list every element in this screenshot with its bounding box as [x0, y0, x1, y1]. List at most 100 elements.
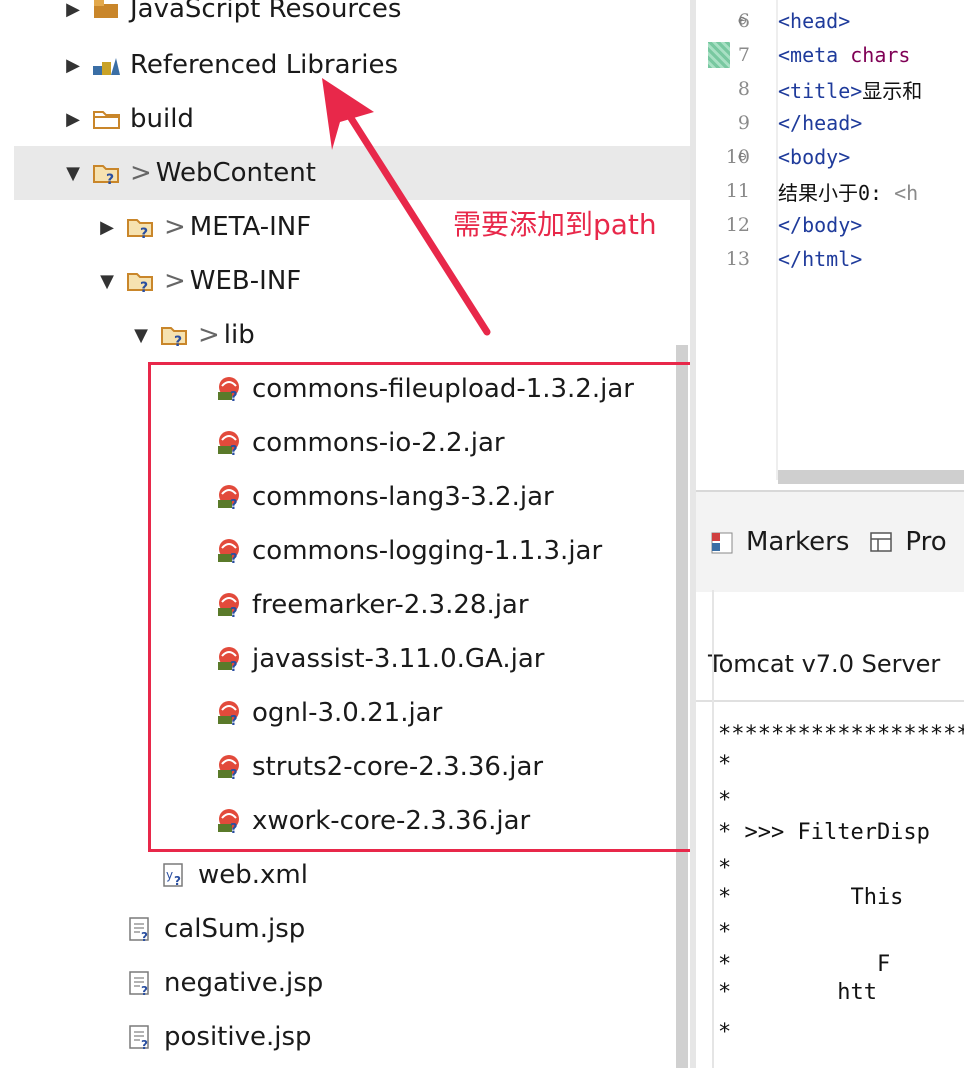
tree-item[interactable]: ▶?calSum.jsp [14, 902, 690, 956]
code-token: <meta [778, 43, 851, 67]
code-line[interactable]: 6 ⊖ <head> [696, 4, 850, 38]
console-separator [696, 700, 964, 702]
editor-horizontal-scrollbar[interactable] [778, 470, 964, 484]
expand-arrow-icon[interactable]: ▶ [62, 55, 84, 76]
console-title: Tomcat v7.0 Server [708, 650, 941, 678]
line-number: 13 [725, 248, 750, 270]
console-line: * htt [718, 980, 877, 1005]
tree-item[interactable]: ▶ build [14, 92, 690, 146]
console-line: * This [718, 885, 904, 910]
code-line[interactable]: 9 </head> [696, 106, 862, 140]
properties-icon [867, 529, 897, 555]
jsp-file-icon: ? [126, 1024, 156, 1050]
code-text: </head> [778, 111, 862, 135]
code-text: <title>显示和 [778, 75, 922, 104]
console-line: * [718, 920, 732, 945]
code-line[interactable]: 12 </body> [696, 208, 862, 242]
tree-item-label: web.xml [198, 860, 308, 890]
annotation-label: 需要添加到path [453, 208, 657, 241]
folder-icon [92, 106, 122, 132]
expand-arrow-icon[interactable]: ▶ [62, 0, 84, 20]
tree-item-label: WEB-INF [189, 266, 302, 296]
code-token: chars [850, 43, 911, 67]
tree-item-label: build [130, 104, 194, 134]
tree-item[interactable]: ▼? > WEB-INF [14, 254, 690, 308]
code-line[interactable]: 8 <title>显示和 [696, 72, 922, 106]
svg-text:?: ? [174, 874, 181, 888]
line-number: 7 [737, 44, 750, 66]
code-line[interactable]: 13 </html> [696, 242, 862, 276]
views-tab-bar: Markers Pro [696, 490, 964, 592]
svg-text:?: ? [141, 984, 148, 996]
collapse-arrow-icon[interactable]: ▼ [62, 163, 84, 184]
tree-item[interactable]: ▼? > WebContent [14, 146, 690, 200]
tree-item-label: positive.jsp [164, 1022, 312, 1052]
console-line: * [718, 788, 732, 813]
code-text: </html> [778, 247, 862, 271]
line-number: 6 [737, 10, 750, 32]
collapse-arrow-icon[interactable]: ▼ [96, 271, 118, 292]
line-number: 11 [725, 180, 750, 202]
folder-unknown-icon: ? [126, 268, 156, 294]
git-decorator: > [130, 158, 152, 188]
svg-text:?: ? [140, 226, 148, 240]
tab-pro[interactable]: Pro [867, 527, 947, 557]
code-token: 结果小于0: [778, 180, 895, 205]
markers-icon [708, 529, 738, 555]
code-token: <h [894, 180, 919, 205]
svg-text:?: ? [141, 1038, 148, 1050]
code-editor[interactable]: 6 ⊖ <head> 7 <meta chars 8 <title>显示和 9 </head> 1… [696, 0, 964, 490]
jsp-file-icon: ? [126, 970, 156, 996]
tree-item[interactable]: ▶?positive.jsp [14, 1010, 690, 1064]
code-token: <body> [778, 145, 851, 169]
code-token: <title> [778, 78, 863, 103]
line-number: 9 [737, 112, 750, 134]
line-number: 12 [725, 214, 750, 236]
collapse-arrow-icon[interactable]: ▼ [130, 325, 152, 346]
tree-item-label: calSum.jsp [164, 914, 306, 944]
tree-item[interactable]: ▶?negative.jsp [14, 956, 690, 1010]
js-resources-icon [92, 0, 122, 22]
tree-item[interactable]: ▶ Referenced Libraries [14, 38, 690, 92]
line-number: 10 [725, 146, 750, 168]
bottom-views-panel: Markers Pro Tomcat v7.0 Server **********… [696, 490, 964, 1068]
fold-toggle-icon[interactable]: ⊖ [738, 13, 746, 29]
code-line[interactable]: 10 ⊖ <body> [696, 140, 850, 174]
code-line[interactable]: 7 <meta chars [696, 38, 911, 72]
code-text: </body> [778, 213, 862, 237]
expand-arrow-icon[interactable]: ▶ [96, 217, 118, 238]
tab-label: Pro [905, 527, 947, 557]
jsp-file-icon: ? [126, 916, 156, 942]
tree-item[interactable]: ▶y?web.xml [14, 848, 690, 902]
expand-arrow-icon[interactable]: ▶ [62, 109, 84, 130]
tree-item-label: Referenced Libraries [130, 50, 398, 80]
folder-unknown-icon: ? [160, 322, 190, 348]
tree-item-label: negative.jsp [164, 968, 324, 998]
tab-markers[interactable]: Markers [708, 527, 849, 557]
folder-unknown-icon: ? [92, 160, 122, 186]
tree-item-label: JavaScript Resources [130, 0, 402, 24]
code-text: <head> [778, 9, 850, 33]
tree-item-label: WebContent [155, 158, 316, 188]
console-margin-line [712, 590, 714, 1068]
code-token: </body> [778, 213, 863, 237]
code-token: </head> [778, 111, 863, 135]
fold-toggle-icon[interactable]: ⊖ [738, 149, 746, 165]
svg-text:?: ? [106, 172, 114, 186]
console-line: * [718, 752, 732, 777]
code-text: <body> [778, 145, 850, 169]
git-decorator: > [164, 266, 186, 296]
svg-text:y: y [166, 868, 173, 882]
tab-label: Markers [746, 527, 850, 557]
tree-item[interactable]: ▼? > lib [14, 308, 690, 362]
code-text: 结果小于0: <h [778, 177, 918, 206]
console-line: * >>> FilterDisp [718, 820, 930, 845]
tree-item[interactable]: ▶ JavaScript Resources [14, 0, 690, 36]
xml-file-icon: y? [160, 862, 190, 888]
code-line[interactable]: 11 结果小于0: <h [696, 174, 918, 208]
svg-text:?: ? [141, 930, 148, 942]
libraries-icon [92, 52, 122, 78]
console-line: * [718, 1020, 732, 1045]
code-token: 显示和 [862, 78, 923, 103]
git-decorator: > [198, 320, 220, 350]
